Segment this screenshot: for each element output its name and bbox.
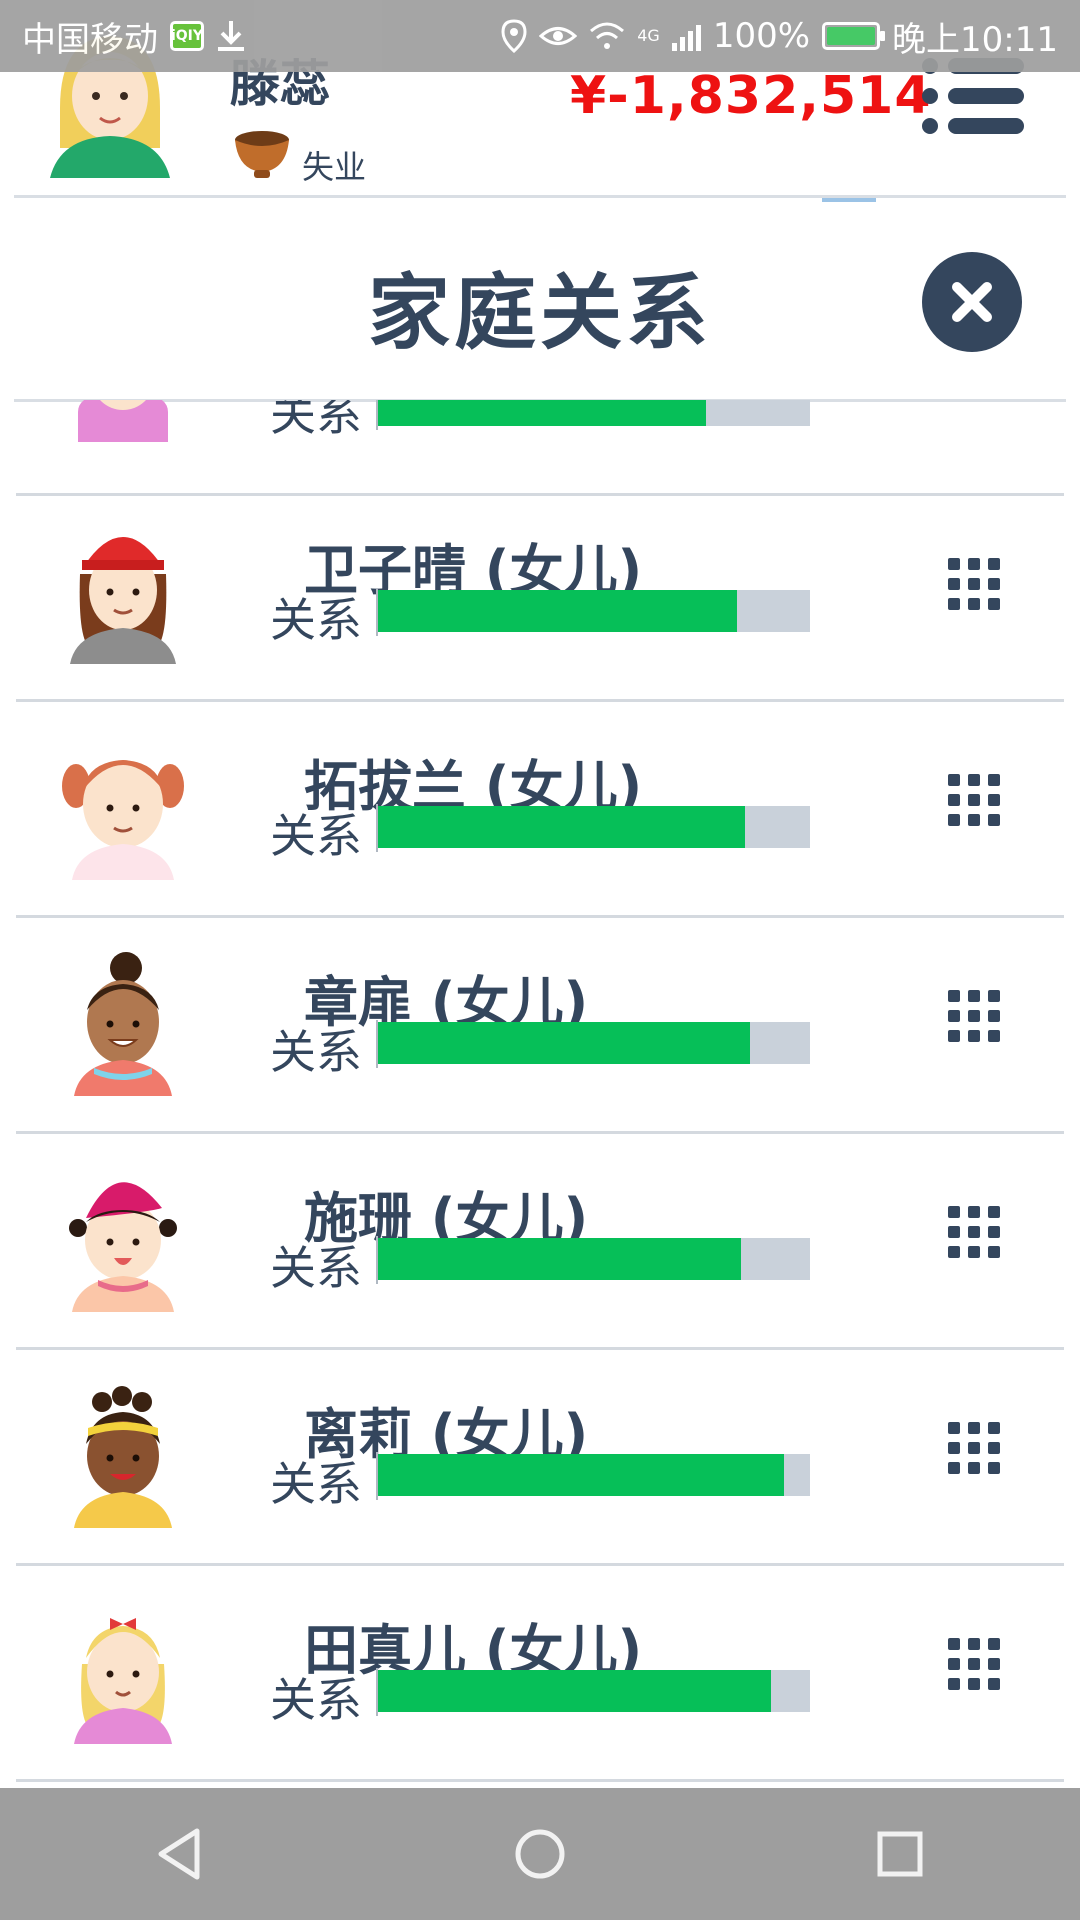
- relation-label: 关系: [270, 400, 362, 441]
- bowl-icon: [235, 131, 289, 178]
- relationship-bar: [376, 1668, 810, 1716]
- row-divider: [16, 1779, 1064, 1782]
- relationship-bar: [376, 588, 810, 636]
- battery-icon: [822, 22, 886, 50]
- modal-title: 家庭关系: [367, 266, 712, 361]
- relationship-bar-fill: [378, 1454, 785, 1496]
- member-avatar: [69, 1182, 177, 1312]
- close-icon: [952, 282, 992, 322]
- iqiyi-icon: iQIY: [170, 21, 204, 51]
- signal-icon: [671, 21, 701, 51]
- relationship-bar: [376, 1236, 810, 1284]
- relationship-bar: [376, 1020, 810, 1068]
- grid-icon[interactable]: [946, 772, 1002, 828]
- relationship-bar: [376, 400, 810, 430]
- relation-label: 关系: [270, 593, 362, 647]
- clock: 晚上10:11: [892, 19, 1058, 60]
- relation-label: 关系: [270, 1241, 362, 1295]
- grid-icon[interactable]: [946, 1420, 1002, 1476]
- close-button[interactable]: [922, 252, 1022, 352]
- list-item[interactable]: 田真儿 (女儿) 关系: [0, 1566, 1080, 1782]
- back-icon[interactable]: [145, 1819, 215, 1889]
- relation-label: 关系: [270, 809, 362, 863]
- relation-label: 关系: [270, 1457, 362, 1511]
- member-avatar: [62, 760, 184, 880]
- list-item[interactable]: 章扉 (女儿) 关系: [0, 918, 1080, 1134]
- member-avatar: [70, 537, 176, 664]
- download-icon: [218, 21, 244, 51]
- relationship-bar-fill: [378, 1670, 772, 1712]
- relation-label: 关系: [270, 1673, 362, 1727]
- job-status: 失业: [302, 148, 367, 186]
- home-icon[interactable]: [505, 1819, 575, 1889]
- relation-label: 关系: [270, 1025, 362, 1079]
- relationship-bar-fill: [378, 590, 737, 632]
- battery-percent: 100%: [712, 16, 811, 56]
- relationship-bar-fill: [378, 1022, 750, 1064]
- relationship-bar-fill: [378, 400, 707, 426]
- member-avatar: [74, 952, 172, 1096]
- money-balance: ¥-1,832,514: [570, 66, 932, 126]
- grid-icon[interactable]: [946, 556, 1002, 612]
- location-icon: [501, 19, 527, 53]
- header-divider: [14, 195, 1066, 198]
- accent-line: [822, 198, 876, 202]
- grid-icon[interactable]: [946, 1204, 1002, 1260]
- recents-icon[interactable]: [865, 1819, 935, 1889]
- wifi-icon: [590, 22, 625, 49]
- list-item[interactable]: 卫子晴 (女儿) 关系: [0, 486, 1080, 702]
- relationship-bar-fill: [378, 1238, 741, 1280]
- relationship-bar-fill: [378, 806, 746, 848]
- list-item[interactable]: 施珊 (女儿) 关系: [0, 1134, 1080, 1350]
- member-avatar: [74, 1618, 172, 1744]
- list-item[interactable]: 拓拔兰 (女儿) 关系: [0, 702, 1080, 918]
- grid-icon[interactable]: [946, 1636, 1002, 1692]
- member-avatar: [78, 400, 168, 442]
- grid-icon[interactable]: [946, 988, 1002, 1044]
- status-bar: 中国移动 iQIY 4G 100% 晚上10:11: [0, 0, 1080, 72]
- relationship-bar: [376, 804, 810, 852]
- list-item-partial[interactable]: 关系: [0, 400, 1080, 496]
- navigation-bar: [0, 1788, 1080, 1920]
- family-list[interactable]: 关系 卫子晴 (女儿) 关系 拓拔兰 (女儿) 关系 章扉 (女儿) 关系 施珊…: [0, 400, 1080, 1790]
- network-type: 4G: [637, 25, 660, 45]
- eye-icon: [539, 27, 578, 45]
- list-item[interactable]: 离莉 (女儿) 关系: [0, 1350, 1080, 1566]
- relationship-bar: [376, 1452, 810, 1500]
- member-avatar: [74, 1386, 172, 1528]
- carrier-label: 中国移动: [22, 19, 158, 60]
